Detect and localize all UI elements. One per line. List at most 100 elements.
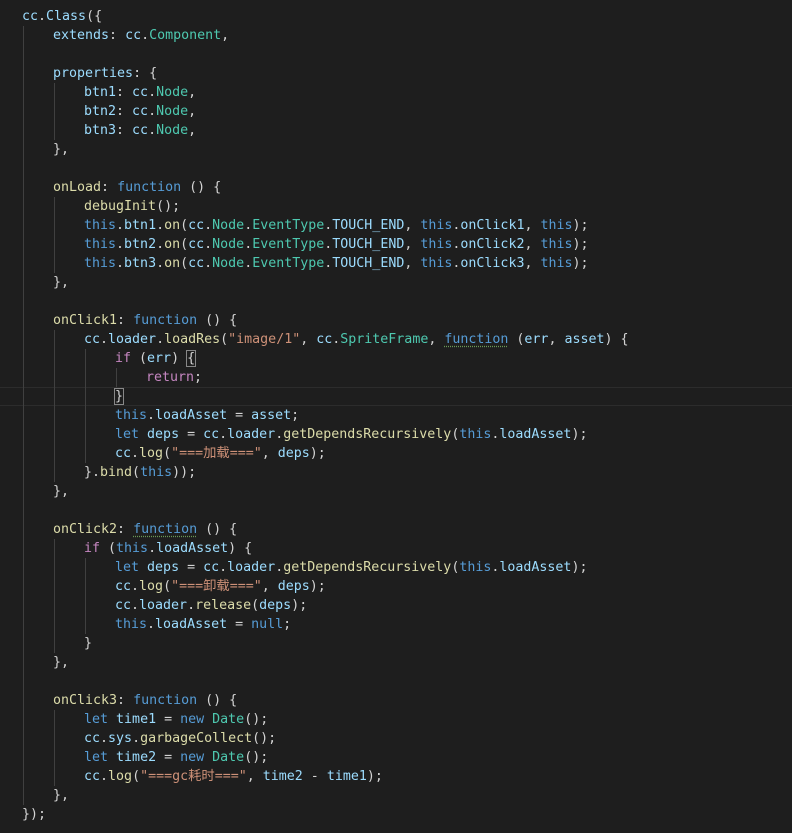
code-token: this [540, 237, 573, 252]
code-token: }, [53, 142, 70, 157]
code-content: btn2: cc.Node, [22, 104, 196, 119]
code-token: ( [132, 769, 141, 784]
code-content: cc.log("===加载===", deps); [22, 446, 326, 461]
code-line[interactable] [0, 501, 792, 520]
code-line[interactable]: cc.sys.garbageCollect(); [0, 729, 792, 748]
code-token: . [275, 560, 284, 575]
code-line[interactable] [0, 672, 792, 691]
code-line[interactable]: btn3: cc.Node, [0, 121, 792, 140]
code-token: Component [149, 28, 222, 43]
code-line[interactable]: onClick2: function () { [0, 520, 792, 539]
code-token: onClick2 [53, 522, 118, 537]
code-line[interactable]: let time1 = new Date(); [0, 710, 792, 729]
code-token: ); [309, 579, 326, 594]
code-token: : [117, 693, 134, 708]
code-token: } [84, 636, 93, 651]
code-line[interactable]: cc.log("===gc耗时===", time2 - time1); [0, 767, 792, 786]
code-line[interactable]: cc.log("===加载===", deps); [0, 444, 792, 463]
code-line[interactable]: this.btn2.on(cc.Node.EventType.TOUCH_END… [0, 235, 792, 254]
code-line[interactable] [0, 45, 792, 64]
code-content [22, 294, 53, 309]
code-token: new [180, 750, 205, 765]
code-token: this [540, 218, 573, 233]
code-line[interactable]: debugInit(); [0, 197, 792, 216]
code-line[interactable]: onClick1: function () { [0, 311, 792, 330]
code-line[interactable]: }, [0, 273, 792, 292]
code-line[interactable] [0, 292, 792, 311]
code-token: cc [84, 769, 101, 784]
code-token: . [116, 218, 125, 233]
code-token: , [221, 28, 230, 43]
code-line[interactable]: cc.log("===卸载===", deps); [0, 577, 792, 596]
code-token: ); [571, 560, 588, 575]
code-token: : [116, 85, 133, 100]
code-line[interactable]: this.loadAsset = null; [0, 615, 792, 634]
code-token: . [131, 598, 140, 613]
code-line[interactable]: return; [0, 368, 792, 387]
code-token: deps [277, 446, 310, 461]
code-content [22, 161, 53, 176]
code-content: onLoad: function () { [22, 180, 221, 195]
code-line[interactable]: let deps = cc.loader.getDependsRecursive… [0, 558, 792, 577]
code-line[interactable]: properties: { [0, 64, 792, 83]
code-token: loader [139, 598, 188, 613]
code-token: ( [180, 237, 189, 252]
code-line[interactable]: } [0, 634, 792, 653]
code-token: . [148, 85, 157, 100]
code-editor[interactable]: cc.Class({extends: cc.Component, properti… [0, 0, 792, 833]
code-line[interactable]: extends: cc.Component, [0, 26, 792, 45]
code-token: asset [564, 332, 605, 347]
code-line[interactable]: }, [0, 482, 792, 501]
code-line[interactable]: btn2: cc.Node, [0, 102, 792, 121]
code-line[interactable]: let time2 = new Date(); [0, 748, 792, 767]
code-token: log [108, 769, 133, 784]
code-line[interactable]: } [0, 387, 792, 406]
code-line[interactable]: }, [0, 653, 792, 672]
code-line[interactable]: if (this.loadAsset) { [0, 539, 792, 558]
code-token: time2 [116, 750, 157, 765]
code-token: }, [53, 655, 70, 670]
code-line[interactable]: onClick3: function () { [0, 691, 792, 710]
code-token: . [148, 541, 157, 556]
code-line[interactable]: if (err) { [0, 349, 792, 368]
code-token: . [148, 123, 157, 138]
code-token: ); [572, 256, 589, 271]
code-line[interactable]: this.btn3.on(cc.Node.EventType.TOUCH_END… [0, 254, 792, 273]
code-token: btn1 [84, 85, 117, 100]
code-line[interactable]: cc.Class({ [0, 7, 792, 26]
code-token: onClick2 [460, 237, 525, 252]
code-token: time1 [116, 712, 157, 727]
code-token: , [300, 332, 317, 347]
code-line[interactable]: btn1: cc.Node, [0, 83, 792, 102]
code-line[interactable]: }, [0, 140, 792, 159]
code-token: SpriteFrame [340, 332, 429, 347]
code-token: on [164, 237, 181, 252]
code-token: log [139, 579, 164, 594]
code-line[interactable]: cc.loader.loadRes("image/1", cc.SpriteFr… [0, 330, 792, 349]
code-token: this [84, 237, 117, 252]
code-token: loadAsset [155, 617, 228, 632]
code-line[interactable]: this.btn1.on(cc.Node.EventType.TOUCH_END… [0, 216, 792, 235]
code-line[interactable]: }); [0, 805, 792, 824]
code-token: (); [244, 712, 269, 727]
code-content: this.btn2.on(cc.Node.EventType.TOUCH_END… [22, 237, 589, 252]
code-line[interactable]: let deps = cc.loader.getDependsRecursive… [0, 425, 792, 444]
code-token: , [188, 85, 197, 100]
code-line[interactable]: this.loadAsset = asset; [0, 406, 792, 425]
code-line[interactable]: }.bind(this)); [0, 463, 792, 482]
code-token: release [195, 598, 252, 613]
code-line[interactable]: }, [0, 786, 792, 805]
code-token: btn3 [84, 123, 117, 138]
code-token: ; [194, 370, 203, 385]
code-line[interactable]: onLoad: function () { [0, 178, 792, 197]
code-token: new [180, 712, 205, 727]
code-token: . [156, 256, 165, 271]
code-content [22, 47, 53, 62]
code-content: if (this.loadAsset) { [22, 541, 252, 556]
code-token: return [146, 370, 195, 385]
code-line[interactable]: cc.loader.release(deps); [0, 596, 792, 615]
code-token: onClick1 [53, 313, 118, 328]
code-line[interactable] [0, 159, 792, 178]
code-token: () { [181, 180, 222, 195]
code-token: . [131, 579, 140, 594]
